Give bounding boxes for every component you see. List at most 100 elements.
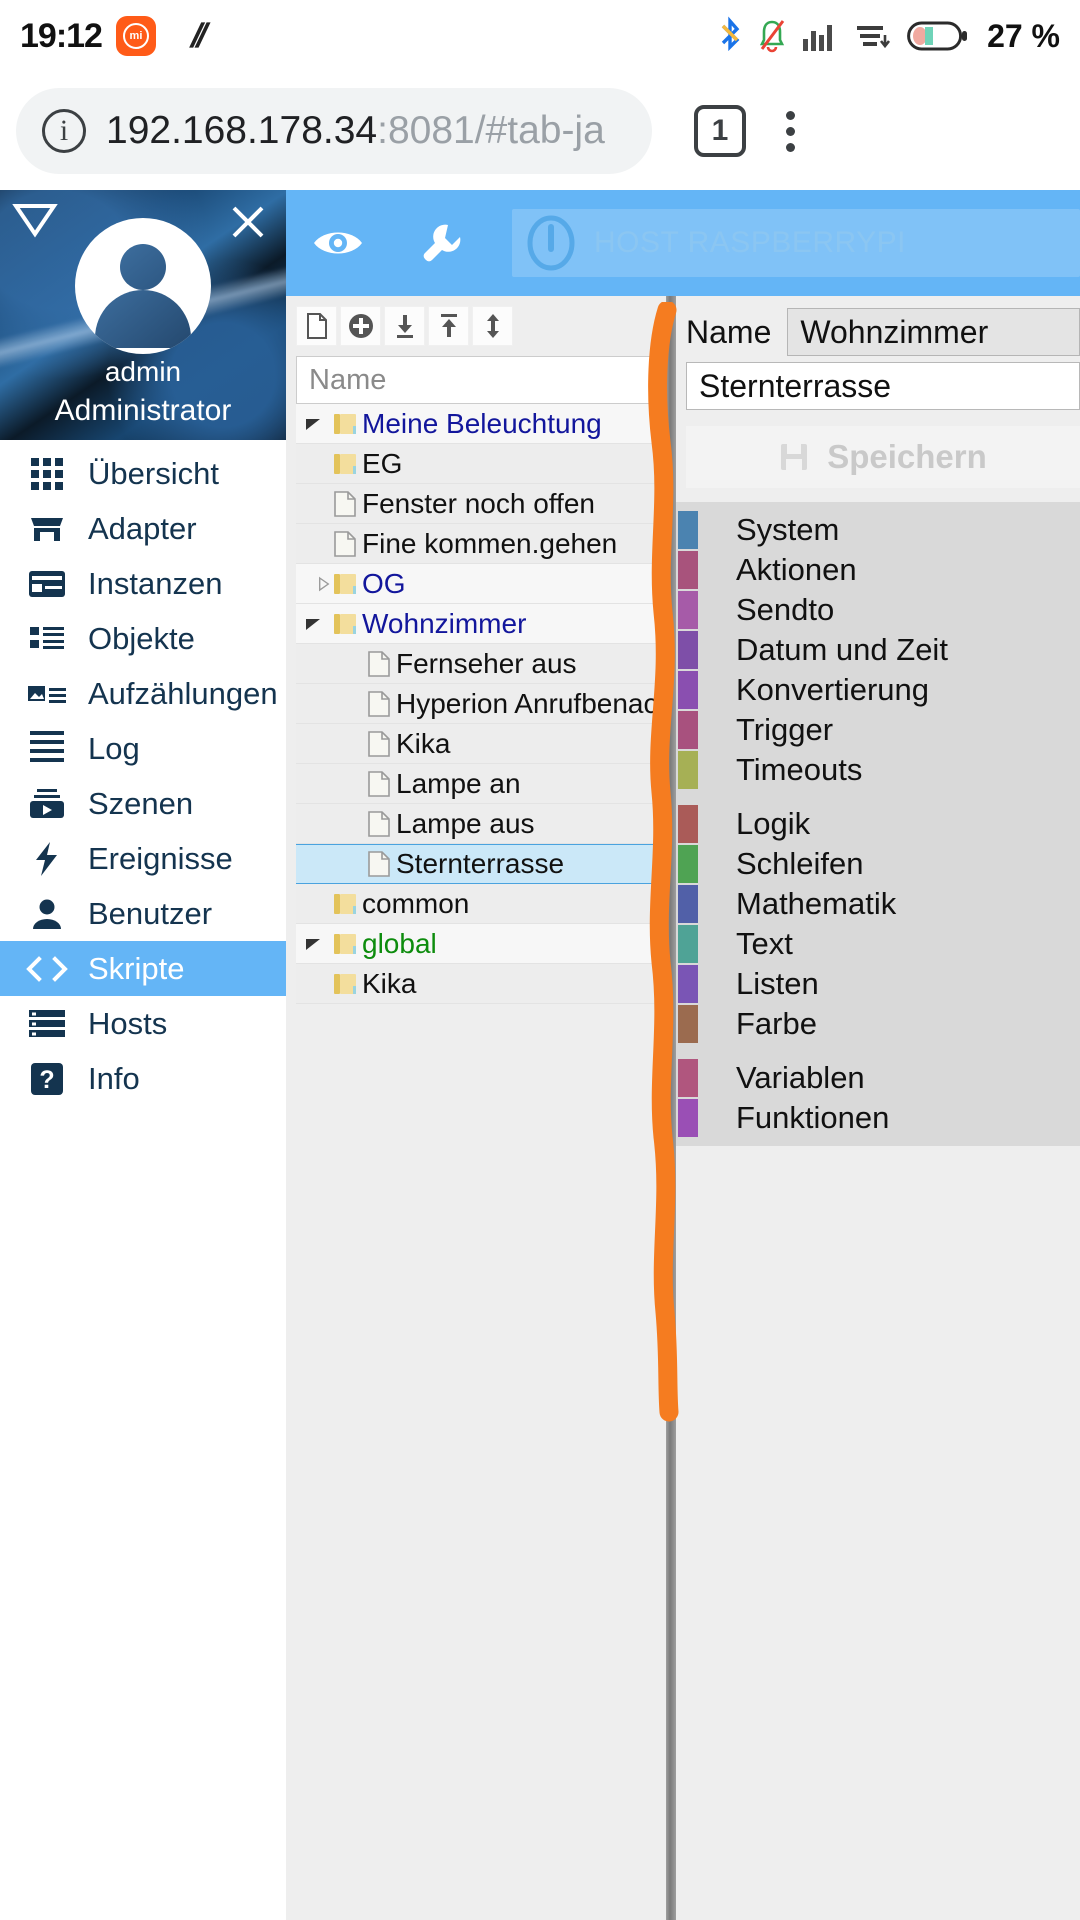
category-aktionen[interactable]: Aktionen	[676, 550, 1080, 590]
tree-row[interactable]: Lampe an	[296, 764, 656, 804]
folder-icon	[330, 892, 360, 916]
twisty-down-icon[interactable]	[296, 937, 330, 951]
tree-toolbar	[286, 296, 666, 346]
data-saver-icon	[857, 26, 891, 49]
tree-row[interactable]: Kika	[296, 724, 656, 764]
sidebar-item-label: Skripte	[88, 950, 185, 986]
file-icon	[364, 770, 394, 797]
save-label: Speichern	[827, 438, 987, 475]
url-text: 192.168.178.34:8081/#tab-ja	[106, 109, 605, 153]
category-variablen[interactable]: Variablen	[676, 1058, 1080, 1098]
pane-splitter[interactable]	[666, 296, 676, 1920]
tree-row[interactable]: Lampe aus	[296, 804, 656, 844]
category-schleifen[interactable]: Schleifen	[676, 844, 1080, 884]
sidebar-item-label: Objekte	[88, 620, 195, 656]
category-color-swatch	[678, 511, 698, 549]
import-icon[interactable]	[384, 306, 425, 346]
sidebar-item-aufzaehlungen[interactable]: Aufzählungen	[0, 666, 286, 721]
twisty-down-icon[interactable]	[296, 617, 330, 631]
sidebar-drawer: admin Administrator Übersicht Adapter In…	[0, 190, 286, 1920]
close-icon[interactable]	[226, 200, 270, 244]
collapse-triangle-icon[interactable]	[12, 200, 58, 240]
battery-percent: 27 %	[987, 17, 1060, 54]
category-group-divider	[676, 1044, 1080, 1058]
eye-icon[interactable]	[286, 223, 390, 263]
folder-icon	[330, 572, 360, 596]
category-datum-und-zeit[interactable]: Datum und Zeit	[676, 630, 1080, 670]
file-icon	[364, 690, 394, 717]
category-farbe[interactable]: Farbe	[676, 1004, 1080, 1044]
bolt-icon	[26, 840, 68, 878]
tree-row-label: Lampe an	[396, 767, 521, 799]
category-mathematik[interactable]: Mathematik	[676, 884, 1080, 924]
sidebar-item-info[interactable]: ? Info	[0, 1051, 286, 1106]
category-konvertierung[interactable]: Konvertierung	[676, 670, 1080, 710]
folder-icon	[330, 612, 360, 636]
category-funktionen[interactable]: Funktionen	[676, 1098, 1080, 1138]
sidebar-item-skripte[interactable]: Skripte	[0, 941, 286, 996]
sidebar-item-label: Aufzählungen	[88, 675, 278, 711]
url-path: :8081/#tab-ja	[377, 109, 605, 152]
tree-row[interactable]: global	[296, 924, 656, 964]
avatar[interactable]	[75, 218, 211, 354]
category-label: Datum und Zeit	[736, 632, 948, 667]
sidebar-item-adapter[interactable]: Adapter	[0, 501, 286, 556]
tree-row[interactable]: OG	[296, 564, 656, 604]
script-name-input[interactable]: Sternterrasse	[686, 362, 1080, 410]
tree-row[interactable]: Fernseher aus	[296, 644, 656, 684]
category-color-swatch	[678, 805, 698, 843]
expand-collapse-icon[interactable]	[472, 306, 513, 346]
tree-row[interactable]: EG	[296, 444, 656, 484]
sidebar-item-objekte[interactable]: Objekte	[0, 611, 286, 666]
tree-row[interactable]: Hyperion Anrufbenachrichtig	[296, 684, 656, 724]
category-color-swatch	[678, 631, 698, 669]
category-color-swatch	[678, 925, 698, 963]
info-circle-icon[interactable]: i	[42, 109, 86, 153]
kebab-menu-icon[interactable]	[786, 110, 795, 152]
tree-row[interactable]: Wohnzimmer	[296, 604, 656, 644]
tree-row[interactable]: Fine kommen.gehen	[296, 524, 656, 564]
category-system[interactable]: System	[676, 510, 1080, 550]
main-content: HOST RASPBERRYPI Name Meine Beleuchtung …	[286, 190, 1080, 1920]
bluetooth-icon	[721, 16, 740, 52]
export-icon[interactable]	[428, 306, 469, 346]
new-file-icon[interactable]	[296, 306, 337, 346]
tree-row-label: Kika	[396, 727, 451, 759]
sidebar-item-uebersicht[interactable]: Übersicht	[0, 446, 286, 501]
tree-row[interactable]: Fenster noch offen	[296, 484, 656, 524]
sidebar-item-ereignisse[interactable]: Ereignisse	[0, 831, 286, 886]
sidebar-item-benutzer[interactable]: Benutzer	[0, 886, 286, 941]
category-timeouts[interactable]: Timeouts	[676, 750, 1080, 790]
folder-select[interactable]: Wohnzimmer	[787, 308, 1080, 356]
category-color-swatch	[678, 965, 698, 1003]
omnibox[interactable]: i 192.168.178.34:8081/#tab-ja	[16, 88, 652, 174]
category-trigger[interactable]: Trigger	[676, 710, 1080, 750]
host-button[interactable]: HOST RASPBERRYPI	[512, 209, 1080, 277]
category-logik[interactable]: Logik	[676, 804, 1080, 844]
category-color-swatch	[678, 551, 698, 589]
sidebar-item-szenen[interactable]: Szenen	[0, 776, 286, 831]
category-sendto[interactable]: Sendto	[676, 590, 1080, 630]
twisty-down-icon[interactable]	[296, 417, 330, 431]
save-button[interactable]: Speichern	[686, 426, 1080, 488]
tree-row-label: Wohnzimmer	[362, 607, 527, 639]
category-label: Trigger	[736, 712, 834, 747]
twisty-right-icon[interactable]	[296, 576, 330, 592]
category-text[interactable]: Text	[676, 924, 1080, 964]
sidebar-item-log[interactable]: Log	[0, 721, 286, 776]
host-label: HOST RASPBERRYPI	[594, 226, 906, 259]
wrench-icon[interactable]	[390, 219, 494, 267]
tab-count-button[interactable]: 1	[694, 105, 746, 157]
carrier-badge-icon: mi	[115, 16, 156, 56]
tree-row-selected[interactable]: Sternterrasse	[296, 844, 656, 884]
tree-row[interactable]: Kika	[296, 964, 656, 1004]
tree-row[interactable]: common	[296, 884, 656, 924]
sidebar-item-hosts[interactable]: Hosts	[0, 996, 286, 1051]
folder-icon	[330, 412, 360, 436]
tree-row-label: Fenster noch offen	[362, 487, 595, 519]
sidebar-item-instanzen[interactable]: Instanzen	[0, 556, 286, 611]
tree-row[interactable]: Meine Beleuchtung	[296, 404, 656, 444]
category-label: Logik	[736, 806, 811, 841]
category-listen[interactable]: Listen	[676, 964, 1080, 1004]
add-circle-icon[interactable]	[340, 306, 381, 346]
